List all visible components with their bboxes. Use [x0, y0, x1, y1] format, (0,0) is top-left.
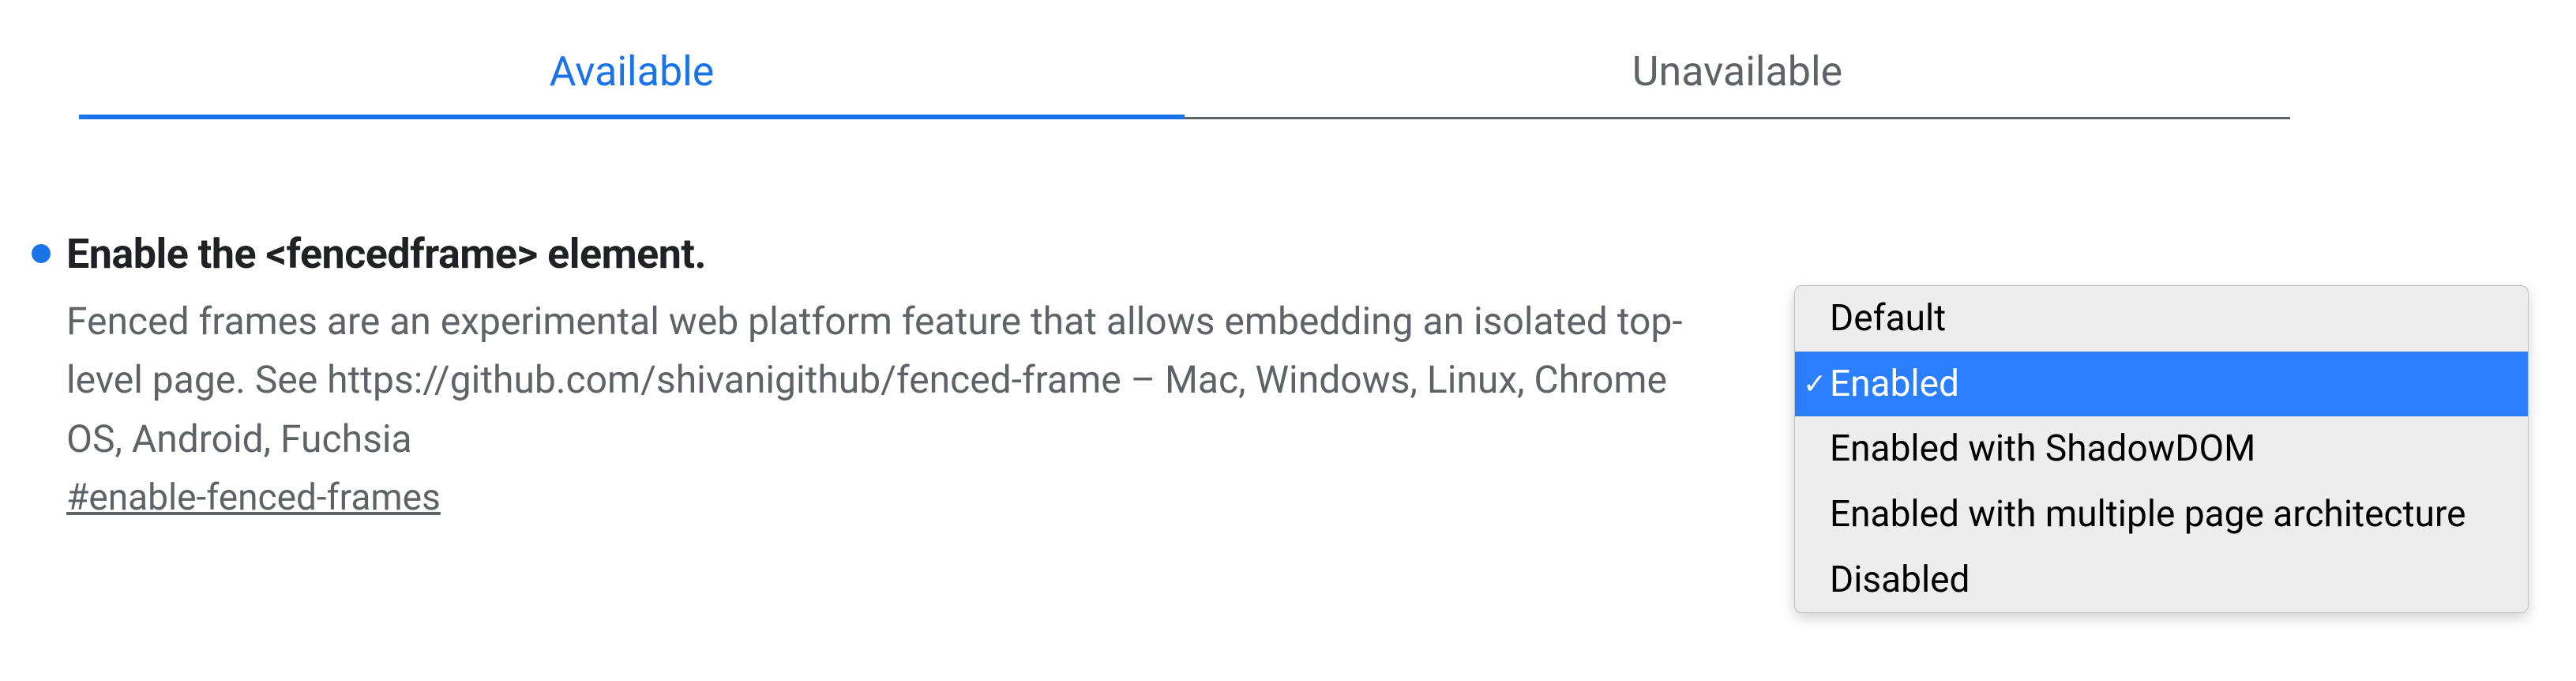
flag-anchor-link[interactable]: #enable-fenced-frames: [66, 476, 441, 519]
dropdown-option-default[interactable]: Default: [1795, 286, 2528, 352]
modified-indicator-icon: [32, 244, 51, 263]
dropdown-option-disabled[interactable]: Disabled: [1795, 547, 2528, 613]
flag-text-block: Enable the <fencedframe> element. Fenced…: [66, 230, 1725, 519]
tab-available[interactable]: Available: [79, 32, 1185, 119]
tabs-container: Available Unavailable: [79, 32, 2290, 119]
flag-item: Enable the <fencedframe> element. Fenced…: [32, 230, 2497, 519]
dropdown-option-enabled-multipage[interactable]: Enabled with multiple page architecture: [1795, 482, 2528, 547]
flag-title: Enable the <fencedframe> element.: [66, 230, 1725, 278]
flag-description: Fenced frames are an experimental web pl…: [66, 292, 1725, 468]
tab-unavailable[interactable]: Unavailable: [1185, 32, 2290, 119]
dropdown-option-enabled-shadowdom[interactable]: Enabled with ShadowDOM: [1795, 416, 2528, 482]
flag-dropdown[interactable]: Default Enabled Enabled with ShadowDOM E…: [1794, 285, 2529, 613]
dropdown-option-enabled[interactable]: Enabled: [1795, 352, 2528, 417]
